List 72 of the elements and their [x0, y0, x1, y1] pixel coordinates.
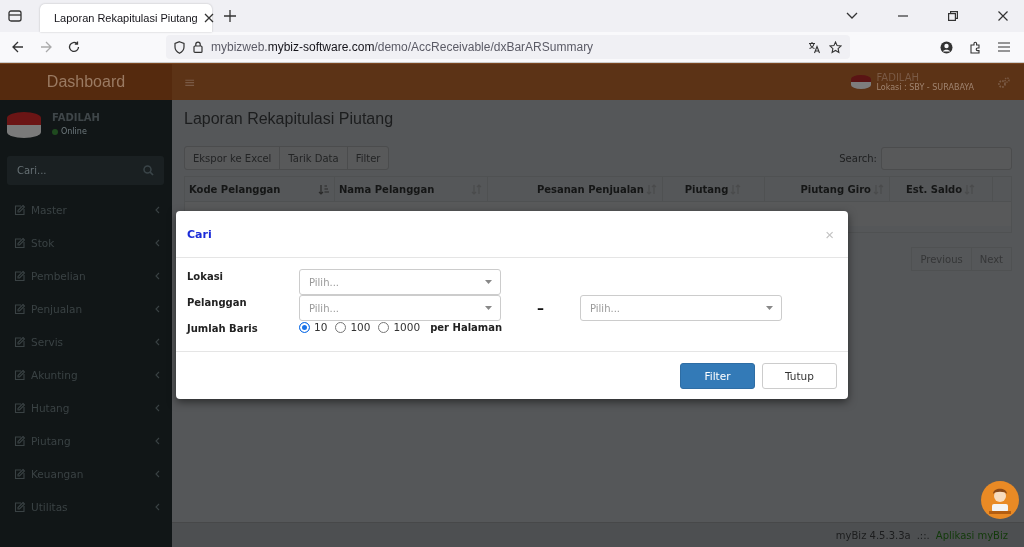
radio-option[interactable]: 10: [299, 321, 328, 333]
radio-button[interactable]: [299, 321, 310, 333]
chevron-left-icon: [155, 238, 160, 247]
flag-avatar-icon: [850, 75, 871, 89]
select-field[interactable]: Pilih...: [299, 269, 501, 295]
sidebar-search-field[interactable]: Cari...: [7, 156, 164, 185]
radio-button[interactable]: [335, 321, 347, 333]
chevron-left-icon: [155, 271, 160, 280]
radio-option[interactable]: 1000: [378, 321, 421, 333]
field-label: Lokasi: [187, 270, 225, 282]
chevron-left-icon: [155, 469, 160, 478]
back-arrow-icon[interactable]: [12, 41, 24, 53]
edit-icon: [14, 501, 25, 512]
edit-icon: [14, 336, 25, 347]
field-label: Pelanggan: [187, 296, 248, 308]
edit-icon: [14, 204, 25, 215]
radio-option[interactable]: 100: [335, 321, 371, 333]
search-label: Search:: [839, 152, 877, 164]
app-link[interactable]: Aplikasi myBiz: [935, 529, 1008, 541]
address-field[interactable]: mybizweb.mybiz-software.com/demo/AccReceivable/dxBarARSummary: [166, 35, 850, 59]
chevron-left-icon: [155, 502, 160, 511]
edit-icon: [14, 369, 25, 380]
caret-icon: [485, 280, 492, 284]
filter-button[interactable]: Filter: [680, 362, 755, 389]
dialog-title: Cari: [187, 227, 212, 241]
close-button[interactable]: Tutup: [762, 362, 837, 389]
close-icon[interactable]: [998, 11, 1008, 21]
range-dash: –: [536, 300, 545, 316]
caret-icon: [766, 306, 773, 310]
menu-toggle[interactable]: ≡: [184, 74, 196, 90]
field-label: Jumlah Baris: [187, 322, 259, 334]
tab-title: Laporan Rekapitulasi Piutang: [54, 12, 198, 24]
select-field[interactable]: Pilih...: [299, 295, 501, 321]
extensions-icon[interactable]: [969, 40, 982, 54]
chevron-left-icon: [155, 205, 160, 214]
chevron-down-icon[interactable]: [846, 12, 858, 20]
tab-list-icon[interactable]: [8, 9, 22, 23]
account-icon[interactable]: [940, 40, 953, 54]
restore-icon[interactable]: [948, 11, 958, 21]
user-location: Lokasi : SBY - SURABAYA: [876, 83, 974, 92]
star-icon[interactable]: [829, 40, 842, 54]
chevron-left-icon: [155, 304, 160, 313]
online-status: Online: [61, 127, 87, 136]
browser-tab[interactable]: Laporan Rekapitulasi Piutang: [40, 4, 212, 32]
chevron-left-icon: [155, 337, 160, 346]
select-field[interactable]: Pilih...: [580, 295, 782, 321]
edit-icon: [14, 237, 25, 248]
flag-avatar-icon: [7, 112, 41, 138]
edit-icon: [14, 270, 25, 281]
caret-icon: [485, 306, 492, 310]
translate-icon[interactable]: [808, 40, 821, 54]
page-title: Laporan Rekapitulasi Piutang: [184, 110, 395, 129]
menu-icon[interactable]: [998, 42, 1010, 52]
edit-icon: [14, 402, 25, 413]
chevron-left-icon: [155, 403, 160, 412]
chevron-left-icon: [155, 370, 160, 379]
edit-icon: [14, 303, 25, 314]
edit-icon: [14, 468, 25, 479]
url-text: mybizweb.mybiz-software.com/demo/AccReceivable/dxBarARSummary: [211, 40, 594, 54]
close-button[interactable]: ×: [821, 225, 838, 243]
close-icon[interactable]: [203, 13, 214, 23]
radio-button[interactable]: [378, 321, 390, 333]
suffix-label: per Halaman: [430, 321, 503, 333]
edit-icon: [14, 435, 25, 446]
separator-text: .::.: [916, 529, 930, 541]
lock-icon: [193, 41, 203, 53]
shield-icon: [174, 40, 185, 54]
new-tab-icon[interactable]: [224, 10, 236, 22]
chevron-left-icon: [155, 436, 160, 445]
reload-icon[interactable]: [68, 41, 80, 53]
mascot-avatar-icon[interactable]: [981, 481, 1019, 519]
online-status-dot: [52, 128, 58, 135]
